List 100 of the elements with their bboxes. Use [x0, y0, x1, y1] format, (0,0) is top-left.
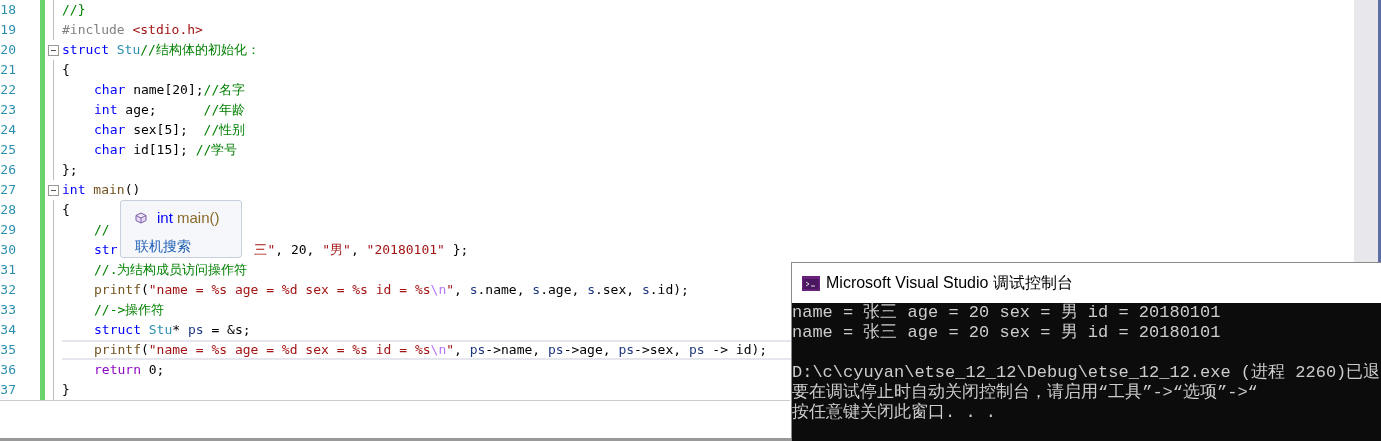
code-token: s [532, 281, 541, 300]
line-number: 28 [0, 201, 16, 219]
code-token: main [93, 181, 125, 200]
code-token: int [94, 101, 119, 120]
code-token: { [62, 201, 70, 220]
code-token: Stu [116, 41, 141, 60]
code-token: , 20, [275, 241, 316, 260]
line-number: 26 [0, 161, 16, 179]
line-number: 29 [0, 221, 16, 239]
line-number: 37 [0, 381, 16, 399]
code-token: }; [62, 161, 78, 180]
line-number: 19 [0, 21, 16, 39]
code-token: s [469, 281, 478, 300]
code-token: -> id); [711, 341, 768, 360]
code-token: #include [62, 21, 126, 40]
code-token: .id); [649, 281, 689, 300]
code-token: name[20]; [133, 81, 204, 100]
line-number: 34 [0, 321, 16, 339]
code-token: "name = %s age = %d sex = %s id = %s [148, 281, 431, 300]
console-output-line: name = 张三 age = 20 sex = 男 id = 20180101 [792, 303, 1222, 323]
console-output-line: 按任意键关闭此窗口. . . [792, 403, 997, 423]
collapse-icon[interactable] [48, 184, 59, 196]
signature-text: int [157, 208, 174, 228]
code-token: }; [451, 241, 469, 260]
console-output-line: name = 张三 age = 20 sex = 男 id = 20180101 [792, 323, 1222, 343]
line-number: 36 [0, 361, 16, 379]
line-number: 25 [0, 141, 16, 159]
code-token: ( [140, 341, 149, 360]
code-token: //->操作符 [94, 301, 165, 320]
code-token: //结构体的初始化： [140, 41, 260, 60]
line-number: 24 [0, 121, 16, 139]
online-search-link[interactable]: 联机搜索 [135, 235, 227, 257]
code-token: () [124, 181, 141, 200]
code-token: .sex, [594, 281, 636, 300]
code-token: printf [94, 341, 141, 360]
code-token: id[15]; [133, 141, 189, 160]
code-token: s [641, 281, 650, 300]
code-token: ps [469, 341, 486, 360]
line-number: 18 [0, 1, 16, 19]
code-token: ps [688, 341, 705, 360]
code-token: Stu [148, 321, 173, 340]
line-number: 20 [0, 41, 16, 59]
line-number: 23 [0, 101, 16, 119]
code-token: } [62, 381, 70, 400]
code-token: char [94, 141, 127, 160]
code-token: .name, [477, 281, 526, 300]
line-number: 33 [0, 301, 16, 319]
code-token: , [454, 341, 463, 360]
code-token: //学号 [195, 141, 238, 160]
code-token: struct [94, 321, 142, 340]
code-token: ->age, [563, 341, 612, 360]
code-token: int [62, 181, 87, 200]
code-token: " [446, 341, 455, 360]
vertical-scrollbar[interactable] [1354, 0, 1378, 262]
code-token: "20180101" [366, 241, 445, 260]
code-token: //性别 [203, 121, 246, 140]
code-token: //} [62, 1, 86, 20]
code-token: ps [618, 341, 635, 360]
code-token: <stdio.h> [132, 21, 203, 40]
code-token: , [350, 241, 360, 260]
line-number: 30 [0, 241, 16, 259]
code-token: ( [140, 281, 149, 300]
line-number: 31 [0, 261, 16, 279]
code-token: ps [548, 341, 564, 360]
console-output-line: 要在调试停止时自动关闭控制台，请启用“工具”->“选项”->“ [792, 383, 1259, 402]
code-token: char [94, 81, 127, 100]
code-token: //名字 [203, 81, 246, 100]
code-token: ps [187, 321, 204, 340]
code-token: = &s; [210, 321, 251, 340]
console-app-icon [802, 275, 820, 291]
line-number: 35 [0, 341, 16, 359]
code-token: " [446, 281, 455, 300]
code-token: \n [430, 281, 447, 300]
code-token: sex[5]; [133, 121, 189, 140]
collapse-icon[interactable] [48, 44, 59, 56]
code-token: //年龄 [203, 101, 246, 120]
line-number: 21 [0, 61, 16, 79]
line-number: 32 [0, 281, 16, 299]
line-number: 22 [0, 81, 16, 99]
code-token: char [94, 121, 127, 140]
code-token: 三" [254, 241, 276, 260]
code-token: struct [62, 41, 110, 60]
code-token: "name = %s age = %d sex = %s id = %s [148, 341, 431, 360]
code-token: .age, [540, 281, 581, 300]
code-token: "男" [322, 241, 351, 260]
line-number: 27 [0, 181, 16, 199]
code-token: printf [94, 281, 141, 300]
cube-icon [135, 212, 147, 225]
signature-text: main() [177, 208, 220, 228]
code-token: \n [430, 341, 447, 360]
code-token: 0; [148, 361, 165, 380]
console-title: Microsoft Visual Studio 调试控制台 [826, 273, 1073, 293]
code-token: ->name, [485, 341, 542, 360]
code-token: age; [125, 101, 158, 120]
code-token: ->sex, [634, 341, 683, 360]
code-token: //.为结构成员访问操作符 [94, 261, 248, 280]
code-token: , [454, 281, 463, 300]
code-token: str [94, 241, 118, 260]
code-token: return [94, 361, 142, 380]
code-token: // [94, 221, 110, 240]
